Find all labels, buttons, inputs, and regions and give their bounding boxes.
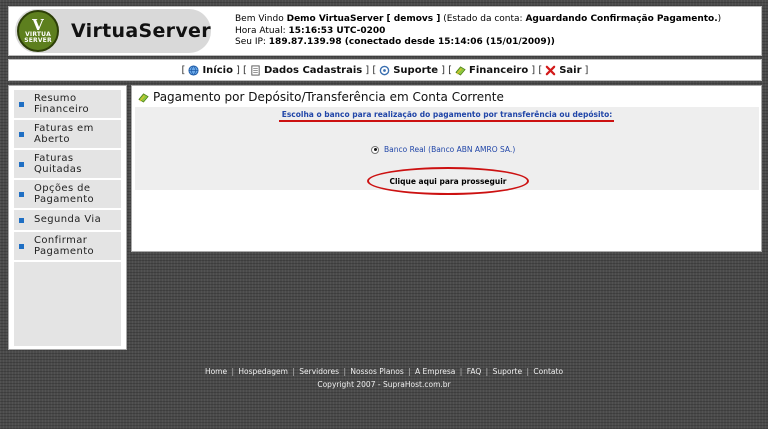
sidebar-menu: Resumo Financeiro Faturas em Aberto Fatura… bbox=[14, 90, 121, 346]
money-icon bbox=[138, 92, 149, 103]
nav-sair-label: Sair bbox=[559, 64, 582, 76]
exit-x-icon bbox=[545, 65, 556, 75]
logo-badge-letter: V bbox=[32, 16, 44, 34]
label-line1: Resumo bbox=[34, 92, 77, 104]
top-nav: [ Início ] [ Dados Cadastrais ] [ Suport… bbox=[8, 59, 762, 81]
nav-close-bracket: ] bbox=[584, 64, 589, 76]
label-line2: Aberto bbox=[34, 134, 70, 145]
copyright: Copyright 2007 - SupraHost.com.br bbox=[317, 380, 451, 389]
user-info: Bem Vindo Demo VirtuaServer [ demovs ] (… bbox=[235, 14, 721, 49]
bullet-icon bbox=[19, 191, 24, 197]
footer-link-home[interactable]: Home bbox=[205, 367, 227, 376]
footer-link-servidores[interactable]: Servidores bbox=[299, 367, 339, 376]
footer-separator: | bbox=[343, 367, 346, 376]
nav-financeiro-label: Financeiro bbox=[469, 64, 529, 76]
bullet-icon bbox=[19, 131, 24, 137]
logo[interactable]: V VIRTUA SERVER VirtuaServer bbox=[15, 9, 211, 53]
sidebar-item-segunda-via[interactable]: Segunda Via bbox=[14, 210, 121, 232]
label-line1: Confirmar bbox=[34, 234, 88, 246]
ip-line: Seu IP: 189.87.139.98 (conectado desde 1… bbox=[235, 37, 721, 49]
footer-separator: | bbox=[485, 367, 489, 376]
bank-option-label[interactable]: Banco Real (Banco ABN AMRO SA.) bbox=[384, 145, 515, 154]
bullet-icon bbox=[19, 101, 24, 107]
nav-financeiro[interactable]: Financeiro bbox=[455, 65, 528, 76]
nav-dados-cadastrais[interactable]: Dados Cadastrais bbox=[250, 65, 362, 76]
sidebar-item-label: Confirmar Pagamento bbox=[34, 235, 94, 258]
footer-link-nossos-planos[interactable]: Nossos Planos bbox=[350, 367, 403, 376]
welcome-prefix: Bem Vindo bbox=[235, 14, 287, 24]
nav-suporte[interactable]: Suporte bbox=[379, 65, 438, 76]
sidebar-item-label: Faturas em Aberto bbox=[34, 123, 94, 146]
footer-links: Home | Hospedagem | Servidores | Nossos … bbox=[0, 367, 768, 376]
label-line1: Opções de bbox=[34, 182, 91, 194]
sidebar-item-faturas-em-aberto[interactable]: Faturas em Aberto bbox=[14, 120, 121, 150]
sidebar-item-opcoes-de-pagamento[interactable]: Opções de Pagamento bbox=[14, 180, 121, 210]
footer-separator: | bbox=[292, 367, 295, 376]
logo-name: VirtuaServer bbox=[71, 20, 211, 42]
bank-radio[interactable] bbox=[371, 145, 379, 154]
main-panel: Pagamento por Depósito/Transferência em … bbox=[131, 85, 762, 252]
sidebar-item-label: Segunda Via bbox=[34, 214, 102, 226]
page-title-text: Pagamento por Depósito/Transferência em … bbox=[153, 90, 504, 104]
time-line: Hora Atual: 15:16:53 UTC-0200 bbox=[235, 26, 721, 38]
account-state-prefix: (Estado da conta: bbox=[440, 14, 526, 24]
footer-separator: | bbox=[408, 367, 411, 376]
footer-link-faq[interactable]: FAQ bbox=[467, 367, 482, 376]
sidebar-item-label: Faturas Quitadas bbox=[34, 153, 82, 176]
proceed-button[interactable]: Clique aqui para prosseguir bbox=[367, 167, 529, 195]
instruction-text: Escolha o banco para realização do pagam… bbox=[281, 110, 613, 119]
footer-link-suporte[interactable]: Suporte bbox=[493, 367, 523, 376]
page-title: Pagamento por Depósito/Transferência em … bbox=[138, 90, 504, 104]
money-icon bbox=[455, 65, 466, 76]
bullet-icon bbox=[19, 217, 24, 223]
ip-value: 189.87.139.98 (conectado desde 15:14:06 … bbox=[268, 37, 555, 47]
logo-badge-text-bottom: SERVER bbox=[24, 37, 52, 44]
label-line2: Financeiro bbox=[34, 104, 90, 115]
label-line2: Pagamento bbox=[34, 246, 95, 257]
sidebar-item-resumo-financeiro[interactable]: Resumo Financeiro bbox=[14, 90, 121, 120]
nav-suporte-label: Suporte bbox=[393, 64, 439, 76]
bank-option[interactable]: Banco Real (Banco ABN AMRO SA.) bbox=[371, 145, 515, 154]
home-globe-icon bbox=[188, 64, 199, 76]
nav-inicio-label: Início bbox=[202, 64, 233, 76]
logo-badge-icon: V VIRTUA SERVER bbox=[17, 10, 59, 52]
welcome-line: Bem Vindo Demo VirtuaServer [ demovs ] (… bbox=[235, 14, 721, 26]
footer-separator: | bbox=[459, 367, 463, 376]
bullet-icon bbox=[19, 161, 24, 167]
account-state-suffix: ) bbox=[717, 14, 722, 24]
footer-separator: | bbox=[231, 367, 235, 376]
user-name: Demo VirtuaServer [ demovs ] bbox=[286, 14, 441, 24]
footer-link-contato[interactable]: Contato bbox=[533, 367, 563, 376]
header: V VIRTUA SERVER VirtuaServer Bem Vindo D… bbox=[8, 6, 762, 56]
footer-separator: | bbox=[526, 367, 529, 376]
nav-sair[interactable]: Sair bbox=[545, 64, 582, 76]
payment-form: Escolha o banco para realização do pagam… bbox=[135, 107, 759, 195]
footer-link-hospedagem[interactable]: Hospedagem bbox=[238, 367, 288, 376]
label-line2: Quitadas bbox=[34, 164, 82, 175]
nav-separator: ] [ bbox=[531, 64, 543, 76]
nav-separator: ] [ bbox=[441, 64, 453, 76]
support-icon bbox=[379, 65, 390, 75]
sidebar: Resumo Financeiro Faturas em Aberto Fatura… bbox=[8, 85, 127, 350]
sidebar-item-faturas-quitadas[interactable]: Faturas Quitadas bbox=[14, 150, 121, 180]
label-line2: Pagamento bbox=[34, 194, 95, 205]
account-state: Aguardando Confirmação Pagamento. bbox=[525, 14, 718, 24]
document-icon bbox=[251, 64, 260, 76]
sidebar-item-label: Resumo Financeiro bbox=[34, 93, 89, 116]
time-label: Hora Atual: bbox=[235, 25, 289, 36]
nav-separator: ] [ bbox=[365, 64, 377, 76]
sidebar-item-label: Opções de Pagamento bbox=[34, 183, 94, 206]
bullet-icon bbox=[19, 243, 24, 249]
label-line1: Faturas em bbox=[34, 122, 94, 134]
nav-dados-cadastrais-label: Dados Cadastrais bbox=[263, 64, 363, 76]
time-value: 15:16:53 UTC-0200 bbox=[288, 25, 386, 36]
footer-link-a-empresa[interactable]: A Empresa bbox=[415, 367, 455, 376]
nav-separator: ] [ bbox=[235, 64, 247, 76]
nav-inicio[interactable]: Início bbox=[188, 65, 233, 76]
sidebar-item-confirmar-pagamento[interactable]: Confirmar Pagamento bbox=[14, 232, 121, 262]
nav-open-bracket: [ bbox=[181, 64, 186, 76]
label-line1: Faturas bbox=[34, 152, 74, 164]
instruction-underline bbox=[279, 120, 614, 122]
ip-label: Seu IP: bbox=[235, 37, 269, 47]
